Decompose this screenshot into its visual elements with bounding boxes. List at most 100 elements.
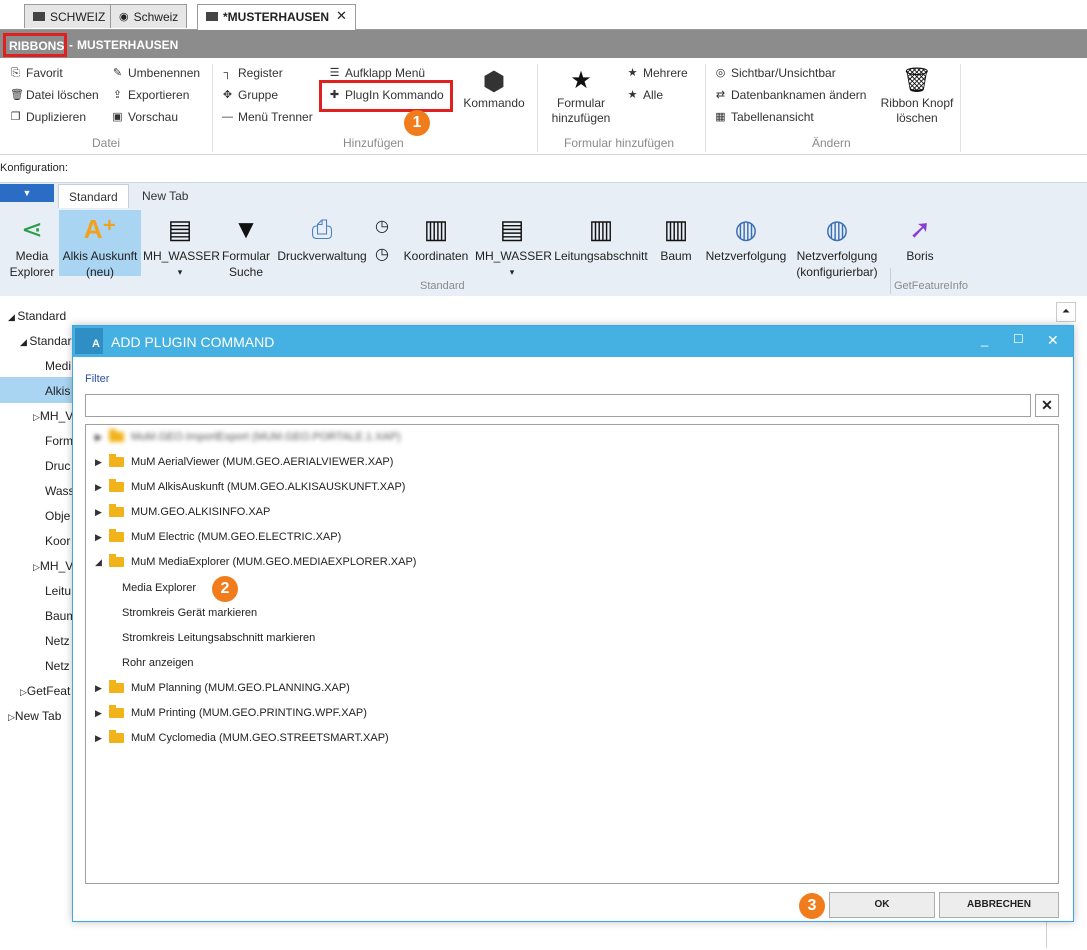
datei-loeschen-button[interactable]: 🗑 Datei löschen bbox=[10, 88, 99, 102]
tree-node[interactable]: Wass bbox=[45, 484, 75, 498]
mh-wasser-button-2[interactable]: ▤ MH_WASSER ▾ bbox=[475, 214, 552, 280]
cancel-button[interactable]: ABBRECHEN bbox=[939, 892, 1059, 918]
sichtbar-button[interactable]: ◎ Sichtbar/Unsichtbar bbox=[715, 66, 836, 80]
plugin-folder[interactable]: ▶ MuM Cyclomedia (MUM.GEO.STREETSMART.XAP… bbox=[95, 730, 389, 744]
tree-node[interactable]: Leitu bbox=[45, 584, 71, 598]
step-badge-3: 3 bbox=[799, 893, 825, 919]
collapse-panel-icon[interactable]: ⏶ bbox=[1056, 302, 1076, 322]
tab-musterhausen[interactable]: *MUSTERHAUSEN ✕ bbox=[197, 4, 356, 30]
kommando-button[interactable]: ⬢ Kommando bbox=[458, 66, 530, 111]
tree-node-mh-wasser[interactable]: ▷MH_V bbox=[33, 559, 73, 573]
command-item[interactable]: Stromkreis Gerät markieren bbox=[122, 607, 257, 619]
plugin-folder[interactable]: ▶ MuM AerialViewer (MUM.GEO.AERIALVIEWER.… bbox=[95, 454, 393, 468]
register-button[interactable]: ┐ Register bbox=[222, 66, 283, 80]
group-label-datei: Datei bbox=[92, 136, 121, 150]
formular-hinzufuegen-button[interactable]: ★ Formular hinzufügen bbox=[545, 66, 617, 126]
tree-node-standard-group[interactable]: ◢ Standard bbox=[20, 334, 78, 348]
button-label: Register bbox=[238, 66, 283, 80]
plugin-folder[interactable]: ▶ MuM Printing (MUM.GEO.PRINTING.WPF.XAP) bbox=[95, 705, 367, 719]
tree-node[interactable]: Netz bbox=[45, 634, 70, 648]
mehrere-button[interactable]: ★ Mehrere bbox=[627, 66, 688, 80]
favorit-button[interactable]: ⎘ Favorit bbox=[10, 66, 63, 80]
duplizieren-button[interactable]: ❐ Duplizieren bbox=[10, 110, 86, 124]
swap-icon: ⇄ bbox=[715, 88, 726, 101]
formular-suche-button[interactable]: ▼ Formular Suche bbox=[219, 214, 273, 280]
tree-node[interactable]: Obje bbox=[45, 509, 70, 523]
tree-node-mh-wasser[interactable]: ▷MH_V bbox=[33, 409, 73, 423]
tree-node[interactable]: Form bbox=[45, 434, 73, 448]
tree-node[interactable]: Medi bbox=[45, 359, 71, 373]
chevron-down-icon: ▾ bbox=[509, 267, 515, 277]
tree-node[interactable]: Druc bbox=[45, 459, 70, 473]
ribbon-knopf-loeschen-button[interactable]: 🗑 Ribbon Knopf löschen bbox=[876, 66, 958, 126]
star-icon: ★ bbox=[627, 88, 638, 101]
tree-label: GetFeat bbox=[26, 684, 71, 698]
datenbanknamen-button[interactable]: ⇄ Datenbanknamen ändern bbox=[715, 88, 867, 102]
baum-button[interactable]: ▥ Baum bbox=[654, 214, 698, 264]
tree-node-selected[interactable]: Alkis bbox=[45, 384, 70, 398]
tree-node[interactable]: Netz bbox=[45, 659, 70, 673]
netzverfolgung-konfigurierbar-button[interactable]: ◍ Netzverfolgung (konfigurierbar) bbox=[792, 214, 882, 280]
exportieren-button[interactable]: ⇪ Exportieren bbox=[112, 88, 189, 102]
title-separator: - bbox=[69, 38, 73, 52]
umbenennen-button[interactable]: ✎ Umbenennen bbox=[112, 66, 200, 80]
ok-button[interactable]: OK bbox=[829, 892, 935, 918]
minimize-icon[interactable]: _ bbox=[981, 332, 988, 347]
trash-icon: 🗑 bbox=[901, 67, 933, 94]
button-label: Baum bbox=[660, 249, 692, 263]
group-label-getfeatureinfo: GetFeatureInfo bbox=[894, 280, 968, 292]
alle-button[interactable]: ★ Alle bbox=[627, 88, 663, 102]
tree-node-getfeatureinfo[interactable]: ▷GetFeat bbox=[20, 684, 70, 698]
netzverfolgung-button[interactable]: ◍ Netzverfolgung bbox=[702, 214, 790, 264]
plugin-folder[interactable]: ▶ MUM.GEO.ALKISINFO.XAP bbox=[95, 504, 270, 518]
plugin-folder[interactable]: ▶ MuM Planning (MUM.GEO.PLANNING.XAP) bbox=[95, 680, 350, 694]
command-media-explorer[interactable]: Media Explorer bbox=[122, 582, 196, 594]
boris-button[interactable]: ➚ Boris bbox=[894, 214, 946, 264]
tab-schweiz-upper[interactable]: SCHWEIZ bbox=[24, 4, 115, 28]
button-label: Aufklapp Menü bbox=[345, 66, 426, 80]
expand-arrow-icon: ▶ bbox=[95, 456, 102, 467]
aufklapp-menu-button[interactable]: ☰ Aufklapp Menü bbox=[329, 66, 426, 80]
media-explorer-button[interactable]: ⋖ Media Explorer bbox=[4, 214, 60, 280]
collapse-arrow-icon: ◢ bbox=[95, 556, 102, 567]
ribbons-menu[interactable]: RIBBONS bbox=[3, 33, 67, 57]
tree-node[interactable]: Koor bbox=[45, 534, 70, 548]
gruppe-button[interactable]: ✥ Gruppe bbox=[222, 88, 278, 102]
globe-icon: ◉ bbox=[119, 11, 129, 23]
command-item[interactable]: Stromkreis Leitungsabschnitt markieren bbox=[122, 632, 315, 644]
tab-new-tab[interactable]: New Tab bbox=[132, 184, 198, 208]
plugin-folder[interactable]: ▶ MuM AlkisAuskunft (MUM.GEO.ALKISAUSKUNF… bbox=[95, 479, 405, 493]
favorite-icon: ⎘ bbox=[11, 66, 20, 79]
tab-schweiz[interactable]: ◉ Schweiz bbox=[110, 4, 188, 28]
vorschau-button[interactable]: ▣ Vorschau bbox=[112, 110, 178, 124]
tab-standard[interactable]: Standard bbox=[58, 184, 129, 208]
config-menu-dropdown[interactable]: ▼ bbox=[0, 184, 54, 202]
druckverwaltung-button[interactable]: ⎙ Druckverwaltung bbox=[275, 214, 369, 264]
button-label: Duplizieren bbox=[26, 110, 87, 124]
button-label: Formular bbox=[221, 249, 270, 263]
button-label: Menü Trenner bbox=[238, 110, 313, 124]
tabellenansicht-button[interactable]: ▦ Tabellenansicht bbox=[715, 110, 814, 124]
koordinaten-button[interactable]: ▥ Koordinaten bbox=[401, 214, 471, 264]
clear-filter-button[interactable]: ✕ bbox=[1035, 394, 1059, 417]
plugin-folder[interactable]: ▶ MuM.GEO.ImportExport (MUM.GEO.PORTALE.1… bbox=[95, 429, 401, 443]
filter-input[interactable] bbox=[85, 394, 1031, 417]
menu-trenner-button[interactable]: — Menü Trenner bbox=[222, 110, 313, 124]
maximize-icon[interactable]: ☐ bbox=[1013, 332, 1024, 346]
close-icon[interactable]: ✕ bbox=[1047, 332, 1059, 349]
tree-node-standard[interactable]: ◢ Standard bbox=[8, 309, 66, 323]
chevron-down-icon: ▾ bbox=[177, 267, 183, 277]
folder-label: MuM Electric (MUM.GEO.ELECTRIC.XAP) bbox=[131, 531, 342, 543]
plugin-folder[interactable]: ▶ MuM Electric (MUM.GEO.ELECTRIC.XAP) bbox=[95, 529, 342, 543]
expand-arrow-icon: ▶ bbox=[95, 707, 102, 718]
button-label: Tabellenansicht bbox=[731, 110, 814, 124]
alkis-auskunft-button[interactable]: A⁺ Alkis Auskunft (neu) bbox=[59, 214, 141, 280]
plugin-folder-expanded[interactable]: ◢ MuM MediaExplorer (MUM.GEO.MEDIAEXPLORE… bbox=[95, 554, 416, 568]
close-icon[interactable]: ✕ bbox=[336, 9, 347, 30]
leitungsabschnitt-button[interactable]: ▥ Leitungsabschnitt bbox=[551, 214, 651, 264]
book-icon: ▥ bbox=[663, 214, 689, 244]
command-item[interactable]: Rohr anzeigen bbox=[122, 657, 194, 669]
mh-wasser-button-1[interactable]: ▤ MH_WASSER ▾ bbox=[143, 214, 220, 280]
export-icon: ⇪ bbox=[112, 88, 123, 101]
tree-node-new-tab[interactable]: ▷New Tab bbox=[8, 709, 61, 723]
